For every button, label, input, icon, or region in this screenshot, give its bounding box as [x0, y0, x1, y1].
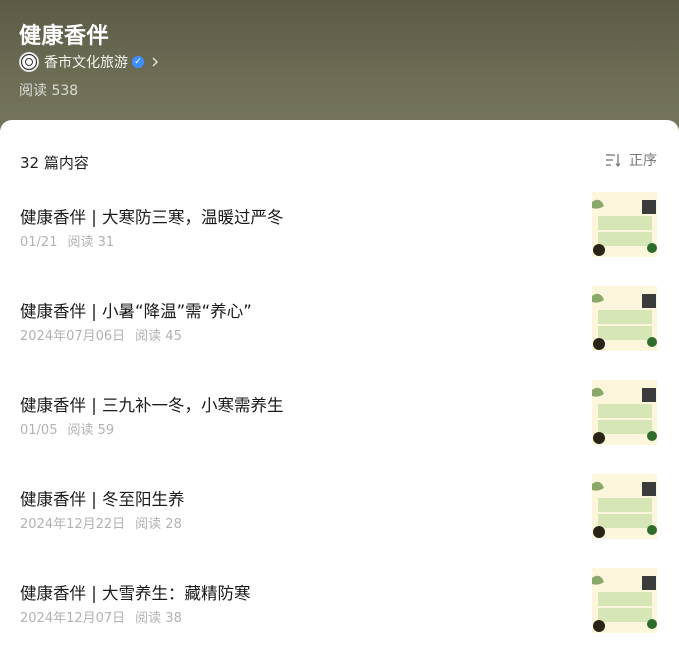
- article-reads: 阅读 28: [135, 517, 182, 532]
- account-link[interactable]: 香市文化旅游 ✓: [19, 52, 160, 72]
- article-date: 2024年07月06日: [20, 329, 126, 344]
- album-title: 健康香伴: [19, 24, 110, 49]
- article-title: 健康香伴 | 大寒防三寒，温暖过严冬: [20, 208, 284, 227]
- article-meta: 2024年12月07日 阅读 38: [20, 607, 182, 626]
- article-reads: 阅读 38: [135, 611, 182, 626]
- article-item[interactable]: 健康香伴 | 三九补一冬，小寒需养生 01/05 阅读 59: [0, 380, 679, 474]
- article-title: 健康香伴 | 小暑“降温”需“养心”: [20, 302, 252, 321]
- article-date: 01/21: [20, 235, 58, 250]
- article-reads: 阅读 59: [67, 423, 115, 438]
- article-thumbnail: [592, 192, 657, 257]
- article-date: 01/05: [20, 423, 58, 438]
- article-title: 健康香伴 | 大雪养生：藏精防寒: [20, 584, 251, 603]
- article-meta: 01/21 阅读 31: [20, 231, 114, 250]
- chevron-right-icon: [152, 57, 158, 67]
- account-avatar: [19, 52, 39, 72]
- article-item[interactable]: 健康香伴 | 小暑“降温”需“养心” 2024年07月06日 阅读 45: [0, 286, 679, 380]
- article-meta: 01/05 阅读 59: [20, 419, 114, 438]
- album-header: 健康香伴 香市文化旅游 ✓ 阅读 538: [0, 0, 679, 140]
- article-list-panel: 32 篇内容 正序 健康香伴 | 大寒防三寒，温暖过严冬 01/21 阅读 31: [0, 120, 679, 657]
- article-date: 2024年12月07日: [20, 611, 126, 626]
- article-meta: 2024年12月22日 阅读 28: [20, 513, 182, 532]
- article-thumbnail: [592, 568, 657, 633]
- article-count: 32 篇内容: [20, 154, 89, 172]
- sort-label: 正序: [629, 153, 657, 169]
- sort-button[interactable]: 正序: [605, 150, 657, 170]
- article-item[interactable]: 健康香伴 | 大寒防三寒，温暖过严冬 01/21 阅读 31: [0, 192, 679, 286]
- article-reads: 阅读 31: [67, 235, 115, 250]
- article-date: 2024年12月22日: [20, 517, 126, 532]
- sort-icon: [606, 154, 621, 167]
- article-thumbnail: [592, 380, 657, 445]
- article-title: 健康香伴 | 冬至阳生养: [20, 490, 185, 509]
- album-read-count: 阅读 538: [19, 83, 79, 99]
- verified-badge-icon: ✓: [132, 56, 144, 68]
- article-thumbnail: [592, 286, 657, 351]
- article-title: 健康香伴 | 三九补一冬，小寒需养生: [20, 396, 284, 415]
- article-meta: 2024年07月06日 阅读 45: [20, 325, 182, 344]
- account-name: 香市文化旅游: [44, 55, 128, 71]
- article-reads: 阅读 45: [135, 329, 182, 344]
- article-item[interactable]: 健康香伴 | 冬至阳生养 2024年12月22日 阅读 28: [0, 474, 679, 568]
- article-list: 健康香伴 | 大寒防三寒，温暖过严冬 01/21 阅读 31 健康香伴 | 小暑“…: [0, 192, 679, 657]
- article-thumbnail: [592, 474, 657, 539]
- article-item[interactable]: 健康香伴 | 大雪养生：藏精防寒 2024年12月07日 阅读 38: [0, 568, 679, 657]
